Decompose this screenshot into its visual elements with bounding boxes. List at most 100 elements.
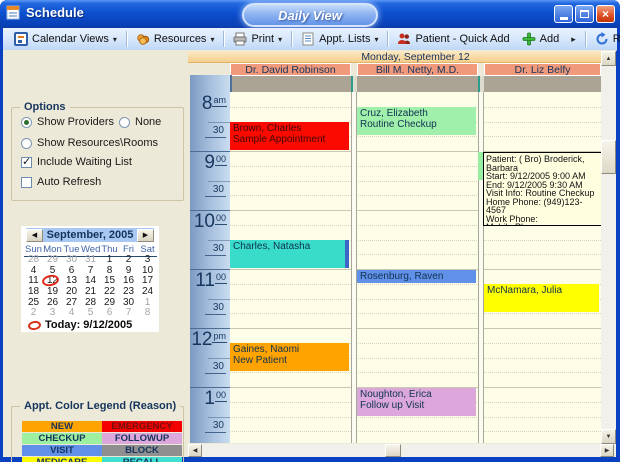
toolbar-separator — [585, 31, 586, 47]
gutter-half-label: 30 — [205, 361, 226, 374]
none-option[interactable]: None — [119, 116, 161, 128]
toolbar-button-label: Appt. Lists — [319, 33, 370, 45]
horizontal-scrollbar[interactable]: ◀ ▶ — [188, 444, 616, 457]
appointment-info: Sample Appointment — [233, 134, 346, 145]
show-providers-label: Show Providers — [37, 116, 114, 128]
maximize-button[interactable] — [575, 5, 594, 23]
none-radio[interactable] — [119, 117, 130, 128]
options-title: Options — [20, 101, 70, 113]
toolbar-appt-lists-button[interactable]: Appt. Lists▾ — [295, 31, 384, 47]
toolbar-button-label: Resources — [154, 33, 207, 45]
show-providers-option[interactable]: Show Providers — [21, 116, 114, 128]
appointment-selection-handle[interactable] — [345, 240, 349, 268]
calendar-day[interactable]: 2 — [24, 308, 43, 319]
calendar-day[interactable]: 5 — [81, 308, 100, 319]
dropdown-arrow-icon: ▾ — [278, 35, 282, 44]
legend-groupbox: Appt. Color Legend (Reason) NEWEMERGENCY… — [11, 406, 184, 462]
gutter-half-line — [208, 299, 230, 300]
patient-quick-add-icon — [397, 32, 411, 46]
vertical-scrollbar[interactable]: ▲ ▼ — [601, 51, 616, 444]
legend-item-new: NEW — [22, 421, 102, 432]
gutter-half-label: 30 — [205, 302, 226, 315]
column-separator — [478, 76, 484, 92]
calendar-day[interactable]: 7 — [119, 308, 138, 319]
provider-column-header-netty[interactable]: Bill M. Netty, M.D. — [357, 63, 478, 76]
appointment-patient-name: McNamara, Julia — [487, 285, 596, 296]
minimize-icon — [560, 17, 568, 20]
window-title: Schedule — [26, 5, 84, 20]
appointment-cruz-elizabeth[interactable]: Cruz, ElizabethRoutine Checkup — [357, 107, 476, 135]
toolbar-patient-quick-add-button[interactable]: Patient - Quick Add — [391, 31, 515, 47]
gutter-hour-label: 100 — [204, 389, 227, 408]
toolbar-overflow-button[interactable]: ▸ — [565, 33, 582, 46]
toolbar-button-label: Patient - Quick Add — [415, 33, 509, 45]
chevron-right-icon: ▶ — [143, 231, 148, 239]
calendar-day[interactable]: 3 — [43, 308, 62, 319]
vertical-scroll-thumb[interactable] — [601, 140, 616, 174]
appointment-charles-natasha[interactable]: Charles, Natasha — [230, 240, 349, 268]
toolbar-calendar-views-button[interactable]: Calendar Views▾ — [8, 31, 123, 47]
toolbar: Calendar Views▾Resources▾Print▾Appt. Lis… — [3, 28, 617, 51]
calendar-day[interactable]: 4 — [62, 308, 81, 319]
auto-refresh-checkbox[interactable] — [21, 177, 32, 188]
toolbar-add-button[interactable]: Add — [516, 31, 566, 47]
add-icon — [522, 32, 536, 46]
appointment-brown-charles[interactable]: Brown, CharlesSample Appointment — [230, 122, 349, 150]
column-separator — [351, 76, 357, 92]
scroll-right-button[interactable]: ▶ — [600, 444, 614, 457]
calendar-prev-button[interactable]: ◀ — [26, 229, 43, 242]
appointment-noughton-erica[interactable]: Noughton, EricaFollow up Visit — [357, 388, 476, 416]
calendar-today-row[interactable]: Today: 9/12/2005 — [28, 319, 132, 331]
appointment-patient-name: Noughton, Erica — [360, 389, 473, 400]
include-waiting-list-checkbox[interactable] — [21, 157, 32, 168]
show-providers-radio[interactable] — [21, 117, 32, 128]
grid-quarter-line — [230, 431, 601, 432]
calendar-next-button[interactable]: ▶ — [137, 229, 154, 242]
auto-refresh-label: Auto Refresh — [37, 176, 101, 188]
calendar-day[interactable]: 8 — [138, 308, 157, 319]
show-resources-label: Show Resources\Rooms — [37, 137, 158, 149]
title-bar[interactable]: Schedule Daily View × — [0, 0, 620, 28]
arrow-left-icon: ◀ — [193, 447, 198, 454]
close-icon: × — [602, 9, 609, 19]
horizontal-scroll-thumb[interactable] — [385, 444, 401, 457]
none-label: None — [135, 116, 161, 128]
tooltip-line: Home Phone: (949)123-4567 — [486, 198, 599, 215]
grid-area[interactable]: Brown, CharlesSample Appointment Cruz, El… — [230, 92, 601, 443]
show-resources-option[interactable]: Show Resources\Rooms — [21, 137, 158, 149]
refresh-icon — [595, 32, 609, 46]
toolbar-button-label: Refresh — [613, 33, 620, 45]
appointment-rosenburg-raven[interactable]: Rosenburg, Raven — [357, 270, 476, 283]
appointment-patient-name: Charles, Natasha — [233, 241, 346, 252]
include-waiting-list-option[interactable]: Include Waiting List — [21, 156, 132, 168]
minimize-button[interactable] — [554, 5, 573, 23]
show-resources-radio[interactable] — [21, 138, 32, 149]
provider-column-header-belfy[interactable]: Dr. Liz Belfy — [484, 63, 601, 76]
gutter-half-line — [208, 181, 230, 182]
scroll-up-button[interactable]: ▲ — [601, 51, 616, 66]
appointment-mcnamara-julia[interactable]: McNamara, Julia — [484, 284, 599, 312]
legend-item-emergency: EMERGENCY — [102, 421, 182, 432]
gutter-half-label: 30 — [205, 243, 226, 256]
legend-item-checkup: CHECKUP — [22, 433, 102, 444]
appointment-gaines-naomi[interactable]: Gaines, NaomiNew Patient — [230, 343, 349, 371]
legend-item-block: BLOCK — [102, 445, 182, 456]
calendar-day[interactable]: 6 — [100, 308, 119, 319]
left-panel: Options Show Providers None Show Resourc… — [3, 50, 188, 457]
toolbar-print-button[interactable]: Print▾ — [227, 31, 288, 47]
schedule-main: Monday, September 12 Dr. David Robinson … — [188, 50, 616, 457]
arrow-up-icon: ▲ — [606, 56, 612, 62]
toolbar-button-label: Calendar Views — [32, 33, 109, 45]
gutter-hour-label: 1000 — [194, 212, 227, 231]
toolbar-resources-button[interactable]: Resources▾ — [130, 31, 221, 47]
provider-column-header-robinson[interactable]: Dr. David Robinson — [230, 63, 351, 76]
auto-refresh-option[interactable]: Auto Refresh — [21, 176, 101, 188]
toolbar-refresh-button[interactable]: Refresh — [589, 31, 620, 47]
time-gutter: 8am309003010003011003012pm3010030 — [190, 75, 232, 443]
mini-calendar: ◀ September, 2005 ▶ SunMonTueWedThuFriSa… — [21, 226, 159, 332]
chevron-left-icon: ◀ — [32, 231, 37, 239]
scroll-left-button[interactable]: ◀ — [188, 444, 202, 457]
scroll-down-button[interactable]: ▼ — [601, 429, 616, 444]
maximize-icon — [580, 10, 589, 18]
close-button[interactable]: × — [596, 5, 615, 23]
